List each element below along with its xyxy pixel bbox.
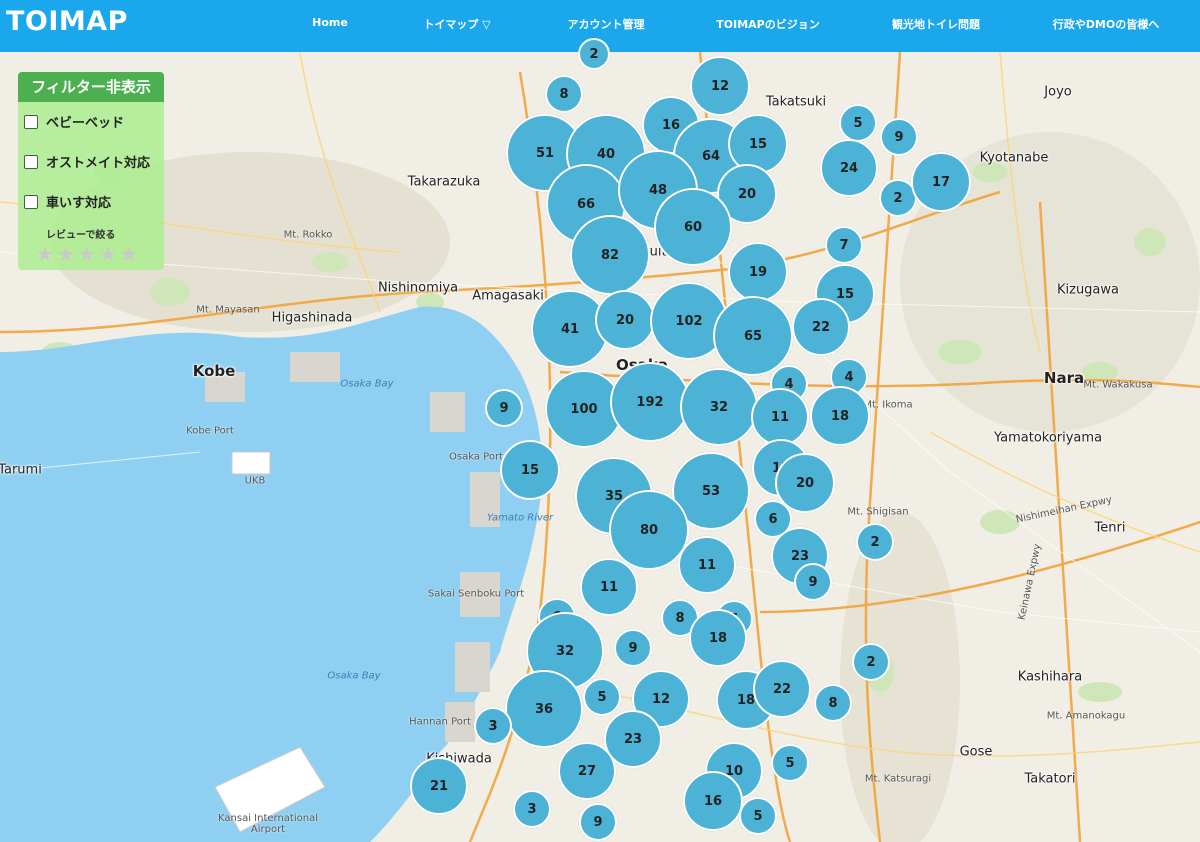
place-label: Mt. Shigisan bbox=[847, 506, 909, 518]
place-label: Mt. Amanokagu bbox=[1046, 710, 1126, 722]
cluster-marker[interactable]: 82 bbox=[570, 215, 650, 295]
cluster-marker[interactable]: 2 bbox=[856, 523, 894, 561]
filter-option-wheelchair[interactable]: 車いす対応 bbox=[24, 192, 111, 211]
place-label: Kizugawa bbox=[1056, 282, 1120, 298]
cluster-marker[interactable]: 27 bbox=[558, 742, 616, 800]
cluster-marker[interactable]: 9 bbox=[485, 389, 523, 427]
nav-account[interactable]: アカウント管理 bbox=[568, 16, 645, 32]
cluster-marker[interactable]: 65 bbox=[713, 296, 793, 376]
place-label: Mt. Ikoma bbox=[863, 399, 913, 411]
place-label: Mt. Rokko bbox=[283, 229, 333, 241]
water-label: Yamato River bbox=[486, 512, 554, 524]
star-icon[interactable]: ★ bbox=[99, 244, 117, 264]
cluster-marker[interactable]: 8 bbox=[545, 75, 583, 113]
cluster-marker[interactable]: 21 bbox=[410, 757, 468, 815]
cluster-marker[interactable]: 22 bbox=[753, 660, 811, 718]
place-label: Amagasaki bbox=[472, 288, 544, 304]
place-label: Takatori bbox=[1024, 771, 1076, 787]
cluster-marker[interactable]: 5 bbox=[771, 744, 809, 782]
cluster-marker[interactable]: 80 bbox=[609, 490, 689, 570]
place-label: Kashihara bbox=[1017, 669, 1083, 685]
place-label: Yamatokoriyama bbox=[993, 430, 1103, 446]
place-label: Mt. Wakakusa bbox=[1083, 379, 1153, 391]
place-label: Hannan Port bbox=[409, 716, 471, 728]
app-logo[interactable]: TOIMAP bbox=[6, 6, 128, 37]
cluster-marker[interactable]: 9 bbox=[794, 563, 832, 601]
place-label: Tarumi bbox=[0, 462, 42, 478]
filter-hide-button[interactable]: フィルター非表示 bbox=[18, 72, 164, 102]
cluster-marker[interactable]: 15 bbox=[500, 440, 560, 500]
star-icon[interactable]: ★ bbox=[57, 244, 75, 264]
filter-option-ostomate[interactable]: オストメイト対応 bbox=[24, 152, 150, 171]
place-label: Nara bbox=[1043, 369, 1085, 387]
cluster-marker[interactable]: 11 bbox=[580, 558, 638, 616]
place-label: Sakai Senboku Port bbox=[427, 588, 525, 600]
filter-option-label: オストメイト対応 bbox=[46, 156, 151, 171]
place-label: Tenri bbox=[1094, 520, 1126, 536]
cluster-marker[interactable]: 11 bbox=[678, 536, 736, 594]
cluster-marker[interactable]: 192 bbox=[610, 362, 690, 442]
cluster-marker[interactable]: 5 bbox=[839, 104, 877, 142]
cluster-marker[interactable]: 2 bbox=[578, 38, 610, 70]
place-label: Nishinomiya bbox=[377, 280, 459, 296]
cluster-marker[interactable]: 36 bbox=[505, 670, 583, 748]
ostomate-checkbox[interactable] bbox=[24, 154, 38, 169]
star-icon[interactable]: ★ bbox=[120, 244, 138, 264]
place-label: Takarazuka bbox=[407, 174, 481, 190]
cluster-marker[interactable]: 9 bbox=[579, 803, 617, 841]
cluster-marker[interactable]: 18 bbox=[689, 609, 747, 667]
star-icon[interactable]: ★ bbox=[36, 244, 54, 264]
cluster-marker[interactable]: 7 bbox=[825, 226, 863, 264]
nav-toilet-issue[interactable]: 観光地トイレ問題 bbox=[892, 16, 980, 32]
review-star-rating[interactable]: ★ ★ ★ ★ ★ bbox=[36, 244, 138, 264]
cluster-marker[interactable]: 16 bbox=[683, 771, 743, 831]
water-label: Osaka Bay bbox=[327, 670, 381, 682]
place-label: UKB bbox=[244, 475, 266, 487]
cluster-marker[interactable]: 24 bbox=[820, 139, 878, 197]
nav-home[interactable]: Home bbox=[312, 16, 348, 29]
nav-toimap-dropdown[interactable]: トイマップ ▽ bbox=[423, 16, 490, 32]
water-label: Osaka Bay bbox=[340, 378, 394, 390]
cluster-marker[interactable]: 9 bbox=[880, 118, 918, 156]
cluster-marker[interactable]: 22 bbox=[792, 298, 850, 356]
place-label: Kansai International Airport bbox=[218, 813, 318, 835]
cluster-marker[interactable]: 5 bbox=[583, 678, 621, 716]
cluster-marker[interactable]: 3 bbox=[513, 790, 551, 828]
cluster-marker[interactable]: 5 bbox=[739, 797, 777, 835]
cluster-marker[interactable]: 19 bbox=[728, 242, 788, 302]
baby-bed-checkbox[interactable] bbox=[24, 114, 38, 129]
cluster-marker[interactable]: 18 bbox=[810, 386, 870, 446]
cluster-marker[interactable]: 9 bbox=[614, 629, 652, 667]
cluster-marker[interactable]: 60 bbox=[654, 188, 732, 266]
nav-vision[interactable]: TOIMAPのビジョン bbox=[716, 16, 819, 32]
filter-option-baby-bed[interactable]: ベビーベッド bbox=[24, 112, 124, 131]
cluster-marker[interactable]: 17 bbox=[911, 152, 971, 212]
cluster-marker[interactable]: 12 bbox=[690, 56, 750, 116]
place-label: Kobe bbox=[192, 362, 236, 380]
review-filter-label: レビューで絞る bbox=[46, 230, 116, 241]
place-label: Takatsuki bbox=[765, 94, 827, 110]
cluster-marker[interactable]: 32 bbox=[680, 368, 758, 446]
place-label: Mt. Mayasan bbox=[196, 304, 260, 316]
filter-option-label: 車いす対応 bbox=[46, 196, 112, 211]
place-label: Gose bbox=[959, 744, 993, 760]
place-label: Mt. Katsuragi bbox=[864, 773, 932, 785]
map-view[interactable]: Takatsuki Joyo Kyotanabe Takarazuka Mt. … bbox=[0, 38, 1200, 842]
place-label: Kobe Port bbox=[186, 425, 234, 437]
cluster-marker[interactable]: 8 bbox=[814, 684, 852, 722]
place-label: Joyo bbox=[1044, 84, 1072, 100]
cluster-marker[interactable]: 20 bbox=[595, 290, 655, 350]
filter-option-label: ベビーベッド bbox=[46, 116, 125, 131]
wheelchair-checkbox[interactable] bbox=[24, 194, 38, 209]
star-icon[interactable]: ★ bbox=[78, 244, 96, 264]
cluster-marker[interactable]: 3 bbox=[474, 707, 512, 745]
place-label: Higashinada bbox=[271, 310, 353, 326]
place-label: Kyotanabe bbox=[979, 150, 1049, 166]
place-label: Osaka Port bbox=[449, 451, 503, 463]
cluster-marker[interactable]: 11 bbox=[751, 388, 809, 446]
cluster-marker[interactable]: 2 bbox=[852, 643, 890, 681]
nav-government-dmo[interactable]: 行政やDMOの皆様へ bbox=[1053, 16, 1159, 32]
filter-panel: フィルター非表示 ベビーベッド オストメイト対応 車いす対応 レビューで絞る ★… bbox=[18, 72, 164, 270]
